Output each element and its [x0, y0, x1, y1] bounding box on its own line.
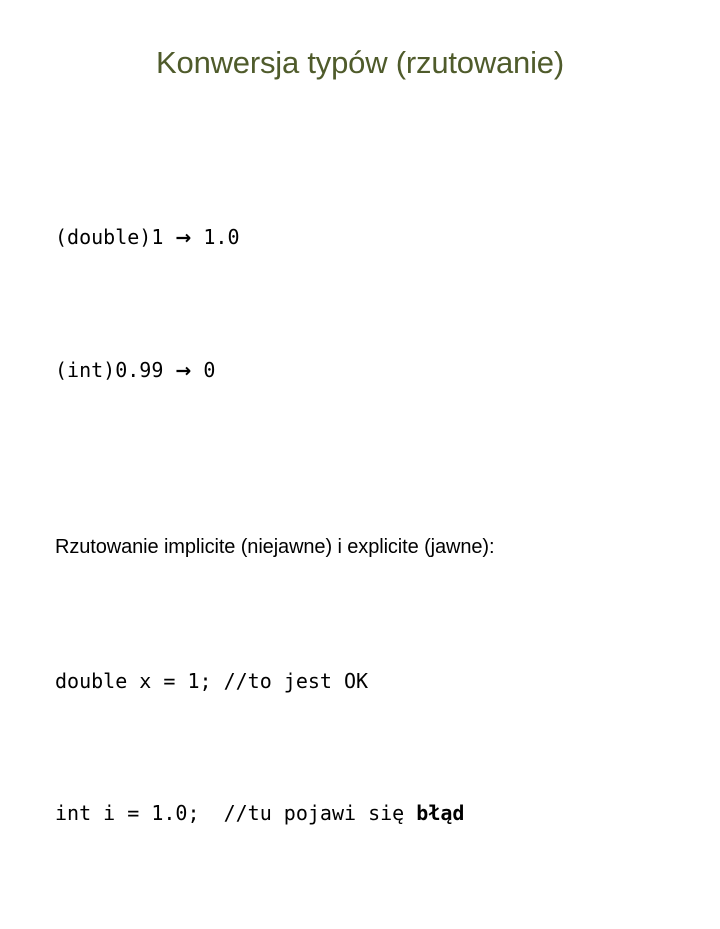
slide-body: (double)1 → 1.0 (int)0.99 → 0 Rzutowanie…	[55, 122, 675, 929]
explanation-heading: Rzutowanie implicite (niejawne) i explic…	[55, 536, 495, 558]
code-line: int i = 1.0; //tu pojawi się błąd	[55, 797, 675, 830]
code-gap	[200, 801, 224, 825]
spacer-text	[191, 358, 203, 382]
conversion-source: (double)1	[55, 225, 164, 249]
conversion-result: 0	[203, 358, 216, 382]
code-gap	[212, 669, 224, 693]
conversion-result: 1.0	[203, 225, 240, 249]
conversion-example-line: (int)0.99 → 0	[55, 354, 675, 388]
code-statement: double x = 1;	[55, 669, 212, 693]
code-emphasis-error: błąd	[416, 801, 465, 825]
code-comment: //tu pojawi się	[223, 801, 417, 825]
right-arrow-icon: →	[175, 227, 192, 249]
code-statement: int i = 1.0;	[55, 801, 200, 825]
slide-canvas: Konwersja typów (rzutowanie) (double)1 →…	[0, 0, 720, 825]
spacer-text	[163, 225, 175, 249]
conversion-example-line: (double)1 → 1.0	[55, 221, 675, 255]
conversion-examples-block: (double)1 → 1.0 (int)0.99 → 0	[55, 122, 675, 487]
code-comment: //to jest OK	[223, 669, 369, 693]
code-line: double x = 1; //to jest OK	[55, 665, 675, 698]
right-arrow-icon: →	[175, 360, 192, 382]
explanation-code-block: double x = 1; //to jest OK int i = 1.0; …	[55, 566, 675, 929]
conversion-source: (int)0.99	[55, 358, 164, 382]
spacer-text	[191, 225, 203, 249]
spacer-text	[163, 358, 175, 382]
page-title: Konwersja typów (rzutowanie)	[156, 45, 564, 80]
